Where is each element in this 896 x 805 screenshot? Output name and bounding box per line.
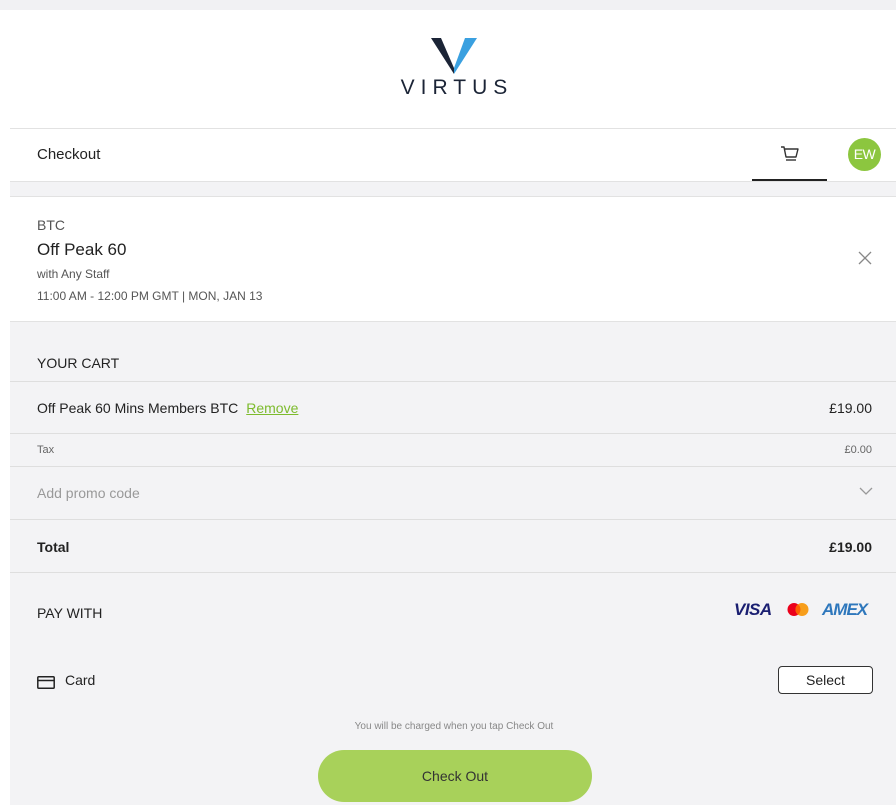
card-label: Card xyxy=(65,672,96,688)
visa-logo: VISA xyxy=(734,600,772,619)
booking-summary: BTC Off Peak 60 with Any Staff 11:00 AM … xyxy=(10,197,896,321)
cart-heading-row: YOUR CART xyxy=(10,343,896,382)
booking-service: Off Peak 60 xyxy=(37,240,127,259)
top-strip xyxy=(0,0,896,10)
booking-staff: with Any Staff xyxy=(37,267,110,281)
total-label: Total xyxy=(37,539,70,555)
close-icon[interactable] xyxy=(857,250,873,266)
charge-note: You will be charged when you tap Check O… xyxy=(354,721,554,732)
separator-band xyxy=(10,182,896,196)
cart-item-price: £19.00 xyxy=(829,400,872,416)
brand-wordmark: VIRTUS xyxy=(400,76,514,99)
promo-code-label: Add promo code xyxy=(37,485,140,501)
tax-value: £0.00 xyxy=(844,444,872,456)
promo-code-row[interactable]: Add promo code xyxy=(10,467,896,520)
cart-item: Off Peak 60 Mins Members BTC Remove xyxy=(37,400,298,416)
checkout-bar: Checkout EW xyxy=(10,129,896,181)
card-brands: VISA AMEX xyxy=(734,600,874,620)
remove-link[interactable]: Remove xyxy=(246,400,298,416)
virtus-logo-icon xyxy=(431,38,477,74)
user-avatar[interactable]: EW xyxy=(848,138,881,171)
amex-logo: AMEX xyxy=(822,600,868,619)
cart-tab[interactable] xyxy=(752,129,827,181)
check-out-button[interactable]: Check Out xyxy=(318,750,592,802)
tax-row: Tax £0.00 xyxy=(10,434,896,467)
chevron-down-icon xyxy=(859,487,873,495)
total-row: Total £19.00 xyxy=(10,520,896,573)
cart-item-name: Off Peak 60 Mins Members BTC xyxy=(37,400,239,416)
select-card-button[interactable]: Select xyxy=(778,666,873,694)
mastercard-icon xyxy=(787,603,809,616)
page-title: Checkout xyxy=(37,146,101,163)
cart-item-row: Off Peak 60 Mins Members BTC Remove £19.0… xyxy=(10,382,896,434)
booking-time: 11:00 AM - 12:00 PM GMT | MON, JAN 13 xyxy=(37,289,263,303)
pay-with-heading: PAY WITH xyxy=(37,605,103,621)
total-value: £19.00 xyxy=(829,539,872,555)
tax-label: Tax xyxy=(37,444,55,456)
booking-location: BTC xyxy=(37,217,65,233)
brand-logo: VIRTUS xyxy=(380,34,528,104)
cart-icon xyxy=(781,146,799,161)
credit-card-icon xyxy=(37,676,55,689)
cart-heading: YOUR CART xyxy=(37,355,120,371)
